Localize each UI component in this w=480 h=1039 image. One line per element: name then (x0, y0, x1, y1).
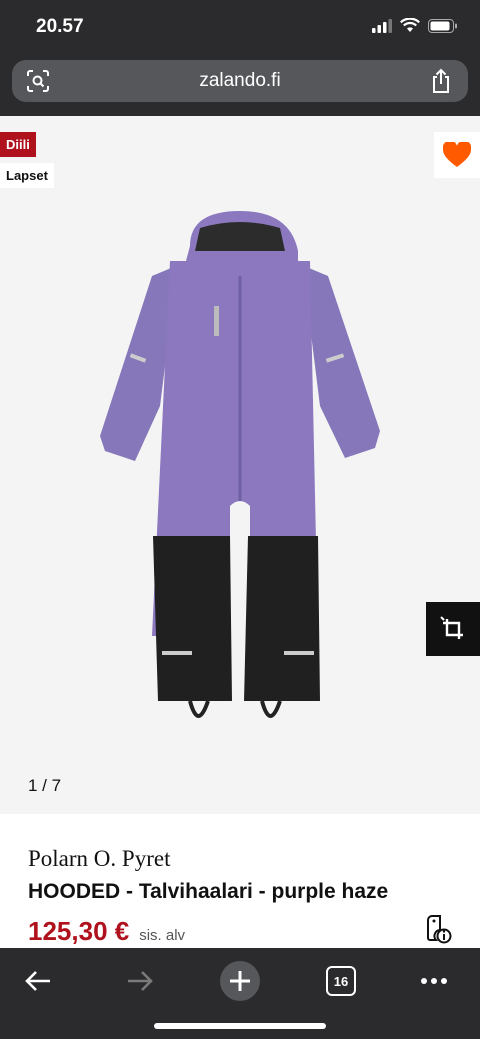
share-icon[interactable] (430, 68, 452, 94)
category-badge: Lapset (0, 163, 54, 188)
tabs-button[interactable]: 16 (326, 956, 356, 1006)
heart-icon (443, 142, 471, 167)
screen-search-icon[interactable] (26, 69, 50, 93)
tabs-icon: 16 (326, 966, 356, 996)
battery-icon (428, 18, 457, 33)
new-tab-button[interactable] (218, 956, 262, 1006)
forward-button[interactable] (122, 956, 158, 1006)
status-icons (372, 18, 458, 33)
status-time: 20.57 (36, 16, 84, 37)
product-image-gallery[interactable]: Diili Lapset 1 / 7 (0, 116, 480, 814)
vat-note: sis. alv (139, 927, 186, 944)
wifi-icon (400, 18, 420, 32)
product-price: 125,30 € (28, 916, 130, 946)
product-brand[interactable]: Polarn O. Pyret (28, 846, 170, 872)
browser-bottom-toolbar: 16 (0, 948, 480, 1039)
signal-icon (372, 18, 392, 33)
back-button[interactable] (20, 956, 56, 1006)
address-bar[interactable]: zalando.fi (12, 60, 468, 102)
crop-search-button[interactable] (426, 602, 480, 656)
more-button[interactable] (418, 956, 450, 1006)
more-icon (421, 978, 447, 984)
url-text: zalando.fi (199, 70, 281, 91)
deal-badge: Diili (0, 132, 36, 157)
price-row: 125,30 € sis. alv (28, 916, 185, 947)
image-pager: 1 / 7 (28, 776, 62, 795)
price-info-icon[interactable] (424, 914, 452, 944)
forward-arrow-icon (128, 971, 153, 991)
new-tab-icon (220, 961, 260, 1001)
browser-top-bar: 20.57 zalando.fi (0, 0, 480, 116)
crop-icon (440, 616, 463, 639)
product-name: HOODED - Talvihaalari - purple haze (28, 880, 389, 903)
product-image (100, 211, 380, 718)
wishlist-button[interactable] (434, 132, 480, 178)
back-arrow-icon (25, 971, 50, 991)
home-indicator[interactable] (154, 1023, 326, 1029)
